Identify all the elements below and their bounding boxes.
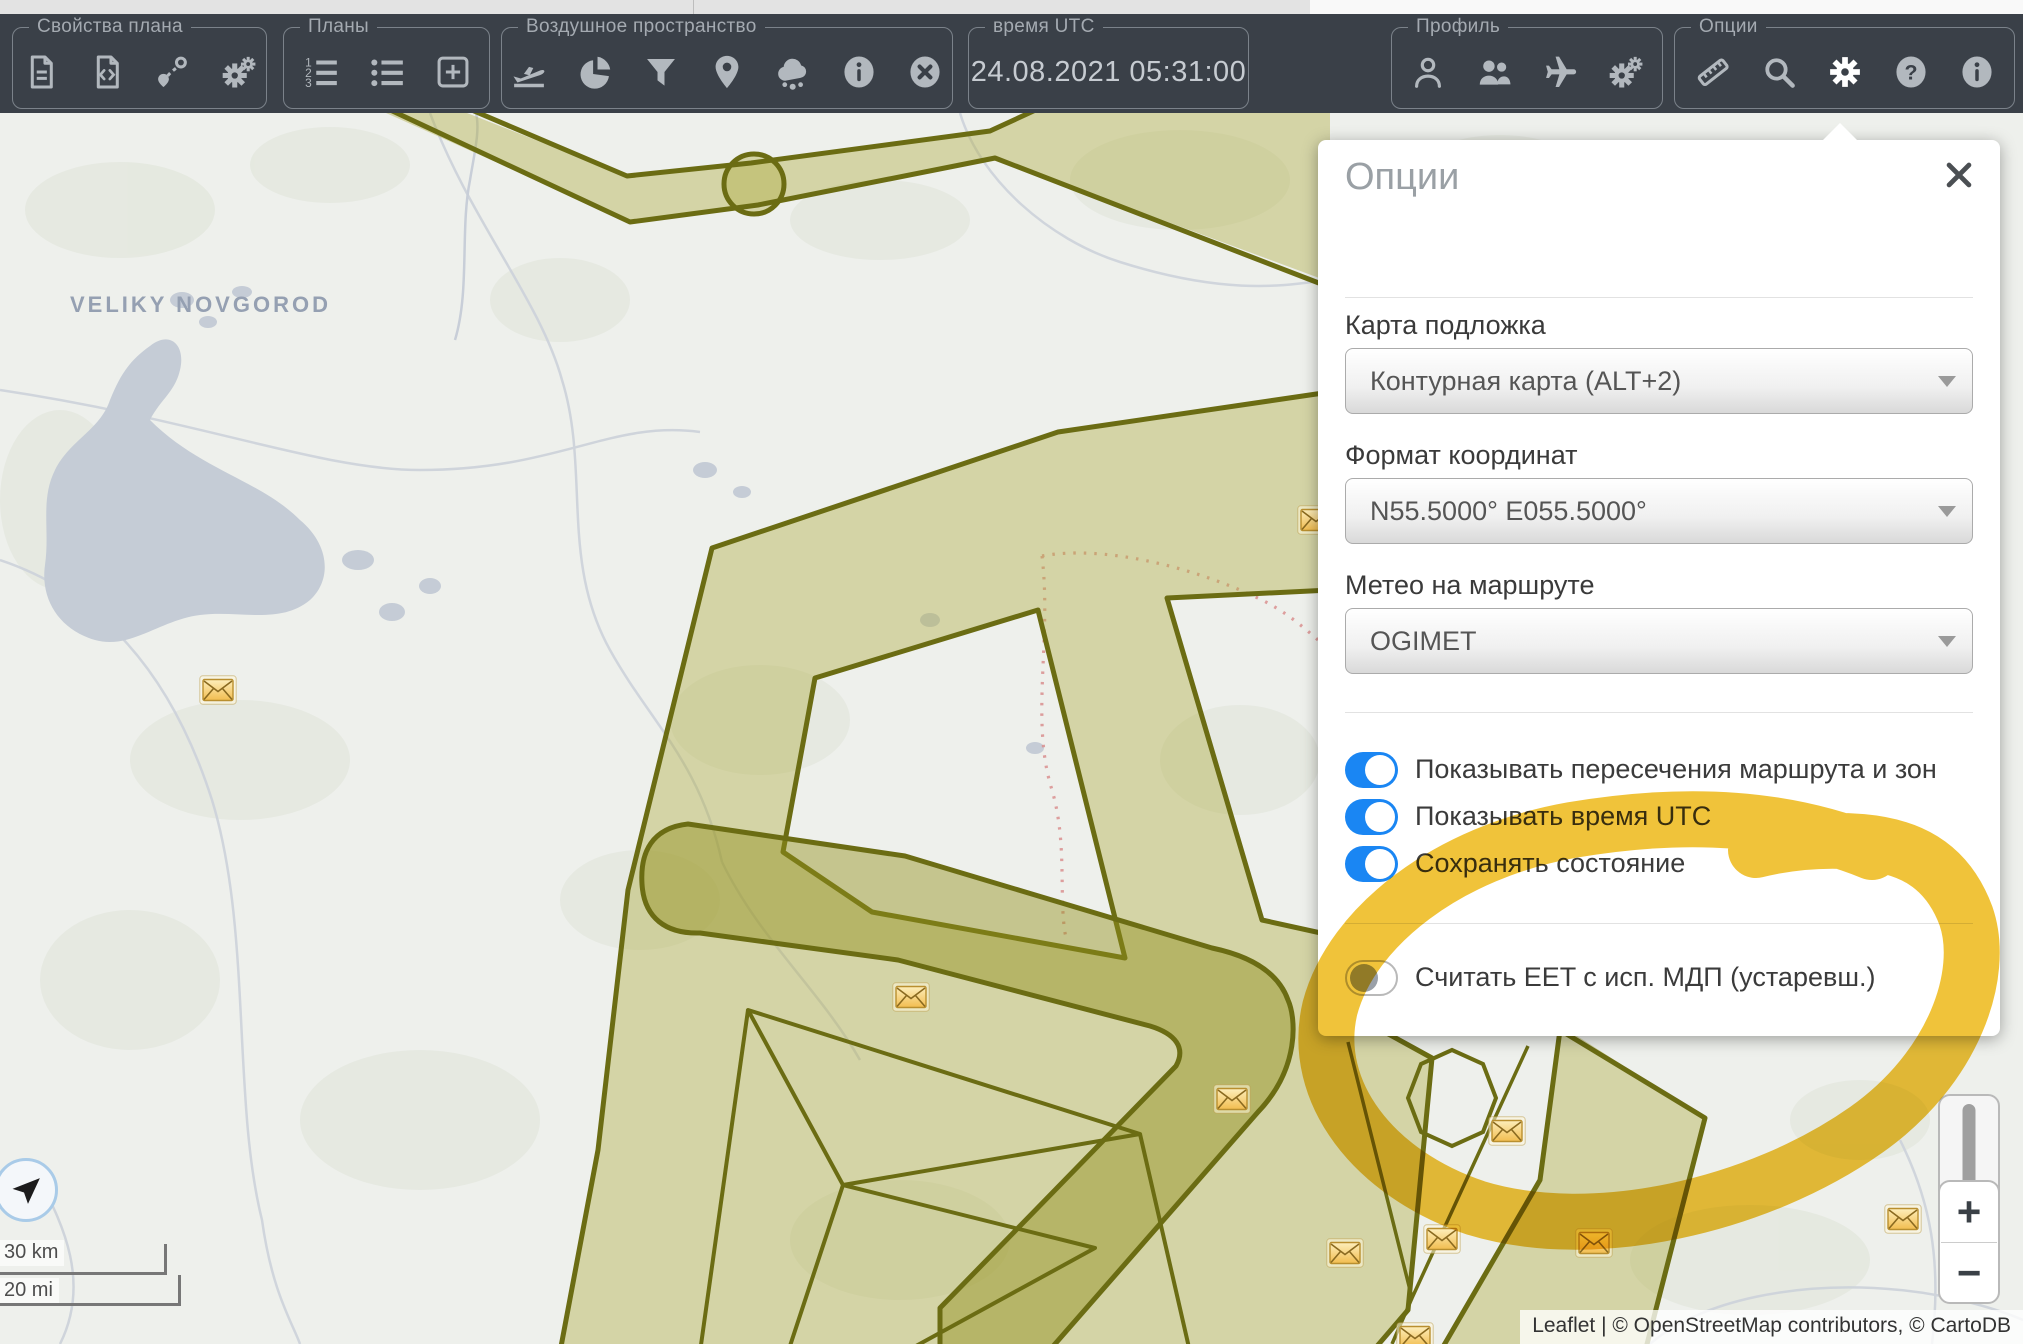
envelope-marker[interactable] xyxy=(1397,1323,1433,1344)
map-pin-icon[interactable] xyxy=(708,53,746,91)
coord-format-label: Формат координат xyxy=(1345,440,1578,471)
envelope-marker[interactable] xyxy=(1424,1225,1460,1253)
scale-km-label: 30 km xyxy=(0,1240,64,1266)
coord-format-value: N55.5000° E055.5000° xyxy=(1370,496,1647,527)
divider xyxy=(1345,297,1973,298)
toolbar-group-label: Воздушное пространство xyxy=(518,16,765,38)
toolbar-group-label: время UTC xyxy=(985,16,1103,38)
toggle-save-state[interactable] xyxy=(1345,846,1398,882)
gears-icon[interactable] xyxy=(220,53,258,91)
toolbar-group-label: Профиль xyxy=(1408,16,1508,38)
file-code-icon[interactable] xyxy=(88,53,126,91)
basemap-value: Контурная карта (ALT+2) xyxy=(1370,366,1681,397)
chevron-down-icon xyxy=(1938,636,1956,647)
basemap-select[interactable]: Контурная карта (ALT+2) xyxy=(1345,348,1973,414)
toggle-label: Считать EET с исп. МДП (устаревш.) xyxy=(1415,962,1875,993)
zoom-in-button[interactable]: + xyxy=(1940,1182,1998,1242)
toggle-show-utc[interactable] xyxy=(1345,799,1398,835)
zoom-control: + − xyxy=(1938,1180,2000,1304)
user-icon[interactable] xyxy=(1409,53,1447,91)
cloud-icon[interactable] xyxy=(774,53,812,91)
navigation-arrow-icon xyxy=(9,1173,43,1207)
info-circle-icon[interactable] xyxy=(840,53,878,91)
envelope-marker[interactable] xyxy=(200,676,236,704)
ruler-icon[interactable] xyxy=(1694,53,1732,91)
panel-title: Опции xyxy=(1345,156,1459,199)
plus-square-icon[interactable] xyxy=(434,53,472,91)
pie-chart-icon[interactable] xyxy=(576,53,614,91)
toggle-row-route-zone-intersections: Показывать пересечения маршрута и зон xyxy=(1345,746,1973,793)
toggle-row-eet-mdp: Считать EET с исп. МДП (устаревш.) xyxy=(1345,954,1973,1001)
chevron-down-icon xyxy=(1938,506,1956,517)
options-panel: Опции Карта подложка Контурная карта (ALT… xyxy=(1318,140,2000,1036)
list-bullet-icon[interactable] xyxy=(368,53,406,91)
envelope-marker[interactable] xyxy=(1327,1239,1363,1267)
browser-strip xyxy=(0,0,2023,14)
envelope-marker[interactable] xyxy=(1214,1085,1250,1113)
panel-arrow xyxy=(1823,123,1857,140)
list-ordered-icon[interactable] xyxy=(302,53,340,91)
city-label: VELIKY NOVGOROD xyxy=(70,292,331,318)
toggle-knob xyxy=(1365,802,1395,832)
close-icon[interactable] xyxy=(1942,158,1976,192)
route-weather-label: Метео на маршруте xyxy=(1345,570,1595,601)
users-icon[interactable] xyxy=(1475,53,1513,91)
toolbar-group-airspace: Воздушное пространство xyxy=(501,27,953,109)
chevron-down-icon xyxy=(1938,376,1956,387)
toggle-label: Показывать пересечения маршрута и зон xyxy=(1415,754,1937,785)
question-circle-icon[interactable] xyxy=(1892,53,1930,91)
plane-takeoff-icon[interactable] xyxy=(510,53,548,91)
info-circle-icon[interactable] xyxy=(1958,53,1996,91)
filter-icon[interactable] xyxy=(642,53,680,91)
coord-format-select[interactable]: N55.5000° E055.5000° xyxy=(1345,478,1973,544)
toolbar-group-options: Опции xyxy=(1674,27,2015,109)
toolbar: Свойства планаПланыВоздушное пространств… xyxy=(0,14,2023,113)
toolbar-group-label: Планы xyxy=(300,16,377,38)
strip-divider xyxy=(693,0,694,14)
flight-planner-app: VELIKY NOVGOROD Свойства планаПланыВозду… xyxy=(0,0,2023,1344)
toggle-row-show-utc: Показывать время UTC xyxy=(1345,793,1973,840)
gears-icon[interactable] xyxy=(1607,53,1645,91)
basemap-label: Карта подложка xyxy=(1345,310,1546,341)
toolbar-group-label: Опции xyxy=(1691,16,1766,38)
toggle-row-save-state: Сохранять состояние xyxy=(1345,840,1973,887)
zoom-out-button[interactable]: − xyxy=(1940,1243,1998,1303)
toolbar-group-profile: Профиль xyxy=(1391,27,1663,109)
envelope-marker[interactable] xyxy=(1489,1117,1525,1145)
route-icon[interactable] xyxy=(154,53,192,91)
toggle-route-zone-intersections[interactable] xyxy=(1345,752,1398,788)
toggle-knob xyxy=(1365,755,1395,785)
file-text-icon[interactable] xyxy=(22,53,60,91)
toolbar-group-plans: Планы xyxy=(283,27,490,109)
toolbar-group-utc-time: время UTC24.08.2021 05:31:00 xyxy=(968,27,1249,109)
route-weather-select[interactable]: OGIMET xyxy=(1345,608,1973,674)
envelope-marker[interactable] xyxy=(893,983,929,1011)
scale-km-tick xyxy=(164,1244,167,1275)
gear-icon[interactable] xyxy=(1826,53,1864,91)
envelope-marker[interactable] xyxy=(1885,1205,1921,1233)
toggle-label: Сохранять состояние xyxy=(1415,848,1685,879)
divider xyxy=(1345,923,1973,924)
search-icon[interactable] xyxy=(1760,53,1798,91)
scrollbar-thumb[interactable] xyxy=(1963,1104,1976,1190)
scale-km-line xyxy=(0,1272,167,1275)
attribution: Leaflet | © OpenStreetMap contributors, … xyxy=(1520,1310,2023,1344)
plane-icon[interactable] xyxy=(1541,53,1579,91)
toggle-knob xyxy=(1365,849,1395,879)
toolbar-group-plan-props: Свойства плана xyxy=(12,27,267,109)
divider xyxy=(1345,712,1973,713)
envelope-marker[interactable] xyxy=(1576,1229,1612,1257)
scale-mi-line xyxy=(0,1303,181,1306)
toggle-label: Показывать время UTC xyxy=(1415,801,1711,832)
scale-mi-label: 20 mi xyxy=(0,1278,59,1304)
toolbar-group-label: Свойства плана xyxy=(29,16,191,38)
utc-time-value: 24.08.2021 05:31:00 xyxy=(969,28,1248,112)
x-circle-icon[interactable] xyxy=(906,53,944,91)
scale-mi-tick xyxy=(178,1275,181,1306)
route-weather-value: OGIMET xyxy=(1370,626,1477,657)
toggle-eet-mdp[interactable] xyxy=(1345,960,1398,996)
toggle-knob xyxy=(1350,964,1378,992)
strip-segment xyxy=(1310,0,2023,14)
